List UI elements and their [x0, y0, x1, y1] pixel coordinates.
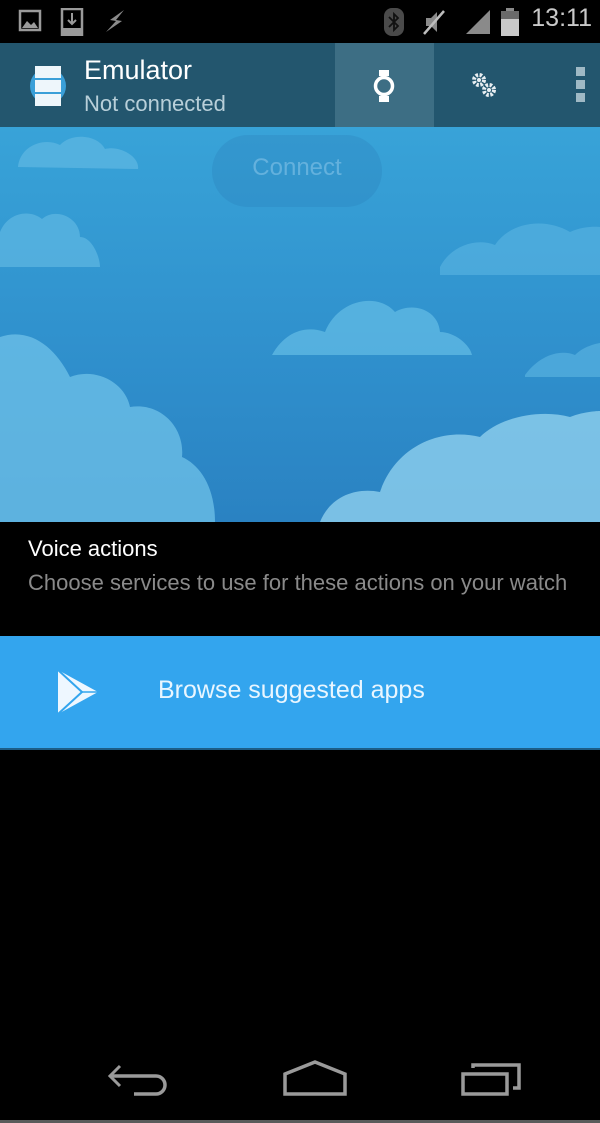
recents-button-icon[interactable] — [459, 1058, 525, 1100]
watch-button[interactable] — [335, 43, 434, 127]
overflow-menu-icon — [576, 67, 585, 102]
connect-button[interactable]: Connect — [212, 135, 382, 207]
watch-icon — [373, 70, 395, 102]
browse-suggested-apps-label: Browse suggested apps — [158, 676, 425, 704]
battery-icon — [501, 8, 519, 36]
app-bar: Emulator Not connected — [0, 43, 600, 127]
bluetooth-icon — [384, 8, 404, 36]
device-name: Emulator — [84, 55, 193, 85]
flash-icon — [106, 10, 124, 32]
navigation-bar — [0, 1040, 600, 1120]
status-bar: 13:11 — [0, 0, 600, 43]
settings-button[interactable] — [434, 43, 533, 127]
clock: 13:11 — [531, 4, 592, 32]
gallery-icon — [18, 9, 42, 32]
overflow-menu-button[interactable] — [560, 43, 600, 127]
connection-status: Not connected — [84, 91, 226, 116]
voice-actions-description: Choose services to use for these actions… — [28, 570, 568, 595]
settings-gears-icon — [472, 73, 496, 97]
home-button-icon[interactable] — [281, 1058, 349, 1100]
back-button-icon[interactable] — [106, 1058, 170, 1100]
play-store-icon — [57, 669, 98, 715]
signal-icon — [466, 10, 490, 34]
browse-suggested-apps-button[interactable]: Browse suggested apps — [0, 636, 600, 750]
voice-actions-section[interactable]: Voice actions Choose services to use for… — [0, 522, 600, 636]
voice-actions-title: Voice actions — [28, 536, 158, 561]
mute-icon — [423, 10, 445, 35]
download-icon — [60, 8, 84, 36]
android-wear-logo-icon — [30, 66, 66, 106]
hero-banner: Connect — [0, 127, 600, 522]
